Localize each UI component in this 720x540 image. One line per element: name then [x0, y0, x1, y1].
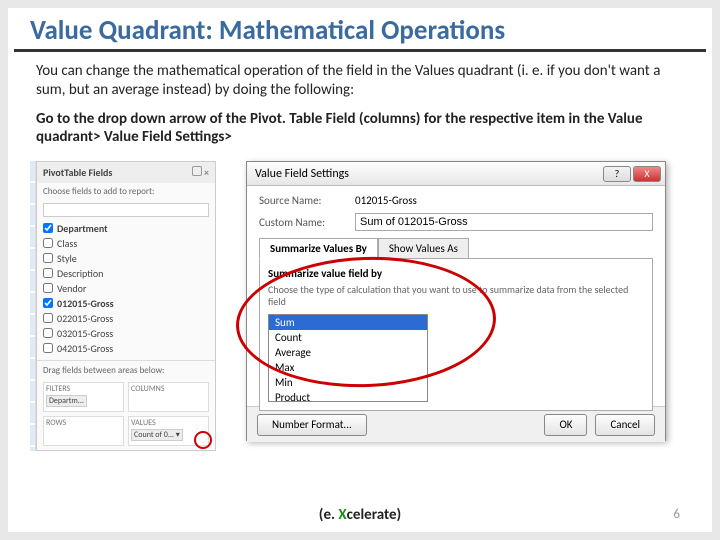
value-field-settings-dialog: Value Field Settings ? X Source Name: 01…	[246, 161, 666, 441]
list-item[interactable]: Max	[269, 360, 427, 375]
tab-content: Summarize value field by Choose the type…	[259, 258, 653, 411]
brand-x: X	[338, 506, 346, 524]
chevron-down-icon[interactable]: ▾	[176, 430, 180, 440]
field-label: 022015-Gross	[57, 312, 113, 325]
columns-area[interactable]: COLUMNS	[128, 382, 209, 412]
areas-grid: FILTERS Departm... COLUMNS ROWS VALUES C…	[37, 380, 215, 452]
tab-summarize[interactable]: Summarize Values By	[259, 238, 378, 259]
rows-area[interactable]: ROWS	[43, 416, 124, 446]
field-checkbox[interactable]	[43, 238, 53, 248]
pane-subtitle: Choose fields to add to report:	[37, 183, 215, 201]
drag-hint: Drag fields between areas below:	[37, 360, 215, 380]
source-name-value: 012015-Gross	[355, 194, 417, 207]
calculation-listbox[interactable]: Sum Count Average Max Min Product	[268, 314, 428, 402]
field-checkbox[interactable]	[43, 298, 53, 308]
list-item[interactable]: Average	[269, 345, 427, 360]
field-item[interactable]: 022015-Gross	[43, 311, 209, 326]
pane-close-icon[interactable]: ×	[204, 166, 209, 179]
columns-label: COLUMNS	[131, 384, 206, 394]
screenshot-area: PivotTable Fields × Choose fields to add…	[36, 161, 684, 461]
field-item[interactable]: 012015-Gross	[43, 296, 209, 311]
gear-icon[interactable]	[192, 166, 202, 176]
page-number: 6	[673, 507, 680, 522]
filters-area[interactable]: FILTERS Departm...	[43, 382, 124, 412]
list-item[interactable]: Product	[269, 390, 427, 402]
values-area[interactable]: VALUES Count of 0... ▾	[128, 416, 209, 446]
brand-pre: (e.	[319, 506, 339, 524]
field-item[interactable]: 042015-Gross	[43, 341, 209, 356]
values-label: VALUES	[131, 418, 206, 428]
annotation-circle-icon	[194, 431, 212, 449]
ok-button[interactable]: OK	[544, 414, 587, 436]
dialog-body: Source Name: 012015-Gross Custom Name: S…	[247, 186, 665, 406]
section-description: Choose the type of calculation that you …	[268, 284, 644, 308]
source-name-label: Source Name:	[259, 194, 349, 207]
field-label: Style	[57, 252, 77, 265]
field-item[interactable]: Department	[43, 221, 209, 236]
slide: Value Quadrant: Mathematical Operations …	[8, 8, 712, 532]
custom-name-input[interactable]	[355, 213, 653, 231]
field-item[interactable]: Vendor	[43, 281, 209, 296]
dialog-tabs: Summarize Values By Show Values As	[259, 237, 653, 258]
close-button[interactable]: X	[633, 166, 661, 182]
paragraph-2: Go to the drop down arrow of the Pivot. …	[36, 110, 684, 148]
dialog-titlebar[interactable]: Value Field Settings ? X	[247, 162, 665, 186]
field-item[interactable]: Class	[43, 236, 209, 251]
list-item[interactable]: Count	[269, 330, 427, 345]
help-button[interactable]: ?	[603, 166, 631, 182]
dialog-title: Value Field Settings	[255, 167, 349, 181]
list-item[interactable]: Min	[269, 375, 427, 390]
field-label: Description	[57, 267, 103, 280]
list-item[interactable]: Sum	[269, 315, 427, 330]
brand-footer: (e. Xcelerate)	[8, 506, 712, 524]
values-chip[interactable]: Count of 0... ▾	[131, 429, 183, 441]
field-item[interactable]: Description	[43, 266, 209, 281]
tab-show-values-as[interactable]: Show Values As	[378, 238, 469, 259]
cancel-button[interactable]: Cancel	[595, 414, 655, 436]
field-label: 032015-Gross	[57, 327, 113, 340]
pane-header: PivotTable Fields ×	[37, 162, 215, 183]
field-label: Class	[57, 237, 77, 250]
field-label: 012015-Gross	[57, 297, 114, 310]
field-list: Department Class Style Description Vendo…	[37, 219, 215, 358]
field-label: Vendor	[57, 282, 86, 295]
section-heading: Summarize value field by	[268, 267, 644, 280]
field-checkbox[interactable]	[43, 268, 53, 278]
pane-title: PivotTable Fields	[43, 166, 112, 179]
field-checkbox[interactable]	[43, 328, 53, 338]
paragraph-1: You can change the mathematical operatio…	[36, 62, 684, 100]
values-chip-label: Count of 0...	[134, 430, 174, 440]
dialog-footer: Number Format... OK Cancel	[247, 406, 665, 442]
filters-chip[interactable]: Departm...	[46, 395, 87, 407]
pivottable-fields-pane: PivotTable Fields × Choose fields to add…	[36, 161, 216, 451]
brand-post: celerate)	[347, 506, 402, 524]
pane-search-input[interactable]	[43, 203, 209, 217]
filters-label: FILTERS	[46, 384, 121, 394]
field-checkbox[interactable]	[43, 343, 53, 353]
field-checkbox[interactable]	[43, 283, 53, 293]
slide-body: You can change the mathematical operatio…	[8, 52, 712, 153]
field-item[interactable]: 032015-Gross	[43, 326, 209, 341]
field-label: 042015-Gross	[57, 342, 113, 355]
field-checkbox[interactable]	[43, 313, 53, 323]
field-label: Department	[57, 222, 108, 235]
rows-label: ROWS	[46, 418, 121, 428]
field-item[interactable]: Style	[43, 251, 209, 266]
custom-name-label: Custom Name:	[259, 216, 349, 229]
field-checkbox[interactable]	[43, 253, 53, 263]
slide-title: Value Quadrant: Mathematical Operations	[14, 8, 706, 52]
field-checkbox[interactable]	[43, 223, 53, 233]
number-format-button[interactable]: Number Format...	[257, 414, 367, 436]
